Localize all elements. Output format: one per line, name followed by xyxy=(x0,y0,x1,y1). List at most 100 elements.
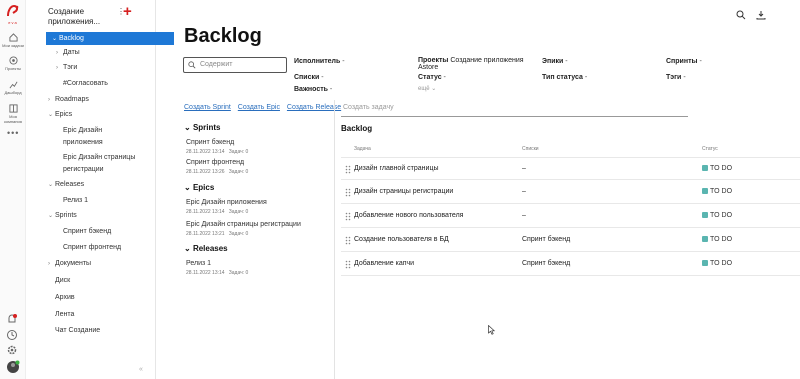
sidebar-item-release-1[interactable]: Релиз 1 xyxy=(63,196,88,205)
table-row[interactable]: Дизайн главной страницы – TO DO xyxy=(341,157,800,180)
sidebar-item-chat[interactable]: Чат Создание xyxy=(55,326,100,335)
status-badge[interactable]: TO DO xyxy=(702,236,732,243)
rail-item-my-tasks[interactable]: Мои задачи xyxy=(0,33,26,48)
task-name[interactable]: Дизайн главной страницы xyxy=(354,165,439,172)
status-badge[interactable]: TO DO xyxy=(702,260,732,267)
sidebar-item-label: Документы xyxy=(55,260,92,267)
settings-icon[interactable] xyxy=(6,344,18,358)
filter-status[interactable]: Статус - xyxy=(418,74,446,81)
drag-handle-icon[interactable] xyxy=(345,212,351,221)
entry-date: 28.11.2022 13:14 xyxy=(186,149,225,155)
sidebar-item-sprints[interactable]: ⌄ Sprints xyxy=(48,211,77,221)
rail-item-dashboard[interactable]: Дашборд xyxy=(0,80,26,95)
sidebar-item-documents[interactable]: › Документы xyxy=(48,259,91,269)
drag-handle-icon[interactable] xyxy=(345,236,351,245)
status-badge[interactable]: TO DO xyxy=(702,165,732,172)
chevron-right-icon: › xyxy=(48,261,50,267)
sidebar-item-sprint-backend[interactable]: Спринт бэкенд xyxy=(63,227,111,236)
releases-section-header[interactable]: ⌄ Releases xyxy=(184,244,228,253)
sidebar-item-label: регистрации xyxy=(63,166,104,173)
sprint-entry[interactable]: Спринт бэкенд xyxy=(186,139,234,146)
logo-text: eva xyxy=(8,20,18,25)
sidebar-item-dates[interactable]: › Даты xyxy=(56,48,80,58)
filter-lists[interactable]: Списки - xyxy=(294,74,324,81)
more-icon[interactable]: ••• xyxy=(7,128,19,138)
filter-label: Спринты xyxy=(666,58,698,65)
sidebar-item-label: Лента xyxy=(55,311,75,318)
create-task-input[interactable]: Создать задачу xyxy=(341,104,688,117)
create-epic-link[interactable]: Создать Epic xyxy=(238,104,280,111)
column-header-status: Статус xyxy=(702,146,718,152)
sidebar-item-epics[interactable]: ⌄ Epics xyxy=(48,110,72,120)
epic-entry[interactable]: Epic Дизайн страницы регистрации xyxy=(186,221,301,228)
sidebar-item-sprint-frontend[interactable]: Спринт фронтенд xyxy=(63,243,121,252)
task-name[interactable]: Дизайн страницы регистрации xyxy=(354,188,453,195)
sidebar-item-tags[interactable]: › Тэги xyxy=(56,63,77,73)
filter-projects[interactable]: Проекты Создание приложения Astore xyxy=(418,57,528,71)
filter-status-type[interactable]: Тип статуса - xyxy=(542,74,587,81)
epics-section-header[interactable]: ⌄ Epics xyxy=(184,183,214,192)
sidebar-item-roadmaps[interactable]: › Roadmaps xyxy=(48,95,89,105)
sprint-entry[interactable]: Спринт фронтенд xyxy=(186,159,244,166)
filter-epics[interactable]: Эпики - xyxy=(542,58,568,65)
sidebar-item-disk[interactable]: Диск xyxy=(55,276,70,285)
task-name[interactable]: Создание пользователя в БД xyxy=(354,236,449,243)
status-badge[interactable]: TO DO xyxy=(702,212,732,219)
sidebar-item-backlog[interactable]: ⌄ Backlog xyxy=(46,32,174,45)
release-meta: 28.11.2022 13:14 Задач: 0 xyxy=(186,270,248,276)
collapse-sidebar-icon[interactable]: « xyxy=(139,366,143,373)
task-list: – xyxy=(522,212,526,219)
filter-sprints[interactable]: Спринты - xyxy=(666,58,702,65)
download-icon[interactable] xyxy=(756,10,766,20)
task-name[interactable]: Добавление нового пользователя xyxy=(354,212,463,219)
eva-logo[interactable]: eva xyxy=(5,4,21,25)
filter-label: Тэги xyxy=(666,74,682,81)
sidebar-item-approve[interactable]: #Согласовать xyxy=(63,79,108,88)
filter-status-more[interactable]: ещё ⌄ xyxy=(418,85,436,92)
table-row[interactable]: Добавление нового пользователя – TO DO xyxy=(341,205,800,228)
section-title: Releases xyxy=(192,244,228,253)
sidebar-item-releases[interactable]: ⌄ Releases xyxy=(48,180,84,190)
mouse-cursor-icon xyxy=(488,325,495,335)
search-icon[interactable] xyxy=(736,10,746,20)
history-icon[interactable] xyxy=(6,329,18,343)
status-dot xyxy=(702,236,708,242)
status-dot xyxy=(702,165,708,171)
sidebar-item-epic-app-design[interactable]: Epic Дизайн приложения xyxy=(63,126,143,147)
release-entry[interactable]: Релиз 1 xyxy=(186,260,211,267)
search-input[interactable]: Содержит xyxy=(183,57,287,73)
page-title: Backlog xyxy=(184,25,262,47)
sidebar-item-label: Спринт фронтенд xyxy=(63,244,122,251)
sidebar-item-label: Чат Создание xyxy=(55,327,101,334)
drag-handle-icon[interactable] xyxy=(345,165,351,174)
table-row[interactable]: Дизайн страницы регистрации – TO DO xyxy=(341,181,800,204)
project-title[interactable]: Создание приложения... xyxy=(48,7,128,27)
rail-item-company[interactable]: Моя компания xyxy=(0,104,26,124)
create-sprint-link[interactable]: Создать Sprint xyxy=(184,104,231,111)
table-row[interactable]: Добавление капчи Спринт бэкенд TO DO xyxy=(341,253,800,276)
filter-tags[interactable]: Тэги - xyxy=(666,74,686,81)
column-divider xyxy=(334,100,335,379)
drag-handle-icon[interactable] xyxy=(345,188,351,197)
icon-rail: eva Мои задачи Проекты Дашборд Моя компа… xyxy=(0,0,26,379)
epic-entry[interactable]: Epic Дизайн приложения xyxy=(186,199,267,206)
sidebar-item-epic-register-design[interactable]: Epic Дизайн страницы регистрации xyxy=(63,153,153,174)
notifications-icon[interactable] xyxy=(6,313,18,327)
sidebar-item-archive[interactable]: Архив xyxy=(55,293,75,302)
table-row[interactable]: Создание пользователя в БД Спринт бэкенд… xyxy=(341,229,800,252)
add-icon[interactable]: + xyxy=(123,3,132,20)
filter-assignee[interactable]: Исполнитель - xyxy=(294,58,345,65)
task-name[interactable]: Добавление капчи xyxy=(354,260,414,267)
drag-handle-icon[interactable] xyxy=(345,260,351,269)
status-label: TO DO xyxy=(710,188,733,195)
dashboard-icon xyxy=(9,81,17,89)
status-badge[interactable]: TO DO xyxy=(702,188,732,195)
avatar[interactable] xyxy=(6,360,20,376)
sprints-section-header[interactable]: ⌄ Sprints xyxy=(184,123,221,132)
filter-value: - xyxy=(329,86,333,93)
sidebar-item-feed[interactable]: Лента xyxy=(55,310,74,319)
task-list: Спринт бэкенд xyxy=(522,236,571,243)
filter-importance[interactable]: Важность - xyxy=(294,86,332,93)
rail-item-projects[interactable]: Проекты xyxy=(0,56,26,71)
project-sidebar: Создание приложения... ⋮ + ⌄ Backlog › Дат… xyxy=(26,0,174,379)
